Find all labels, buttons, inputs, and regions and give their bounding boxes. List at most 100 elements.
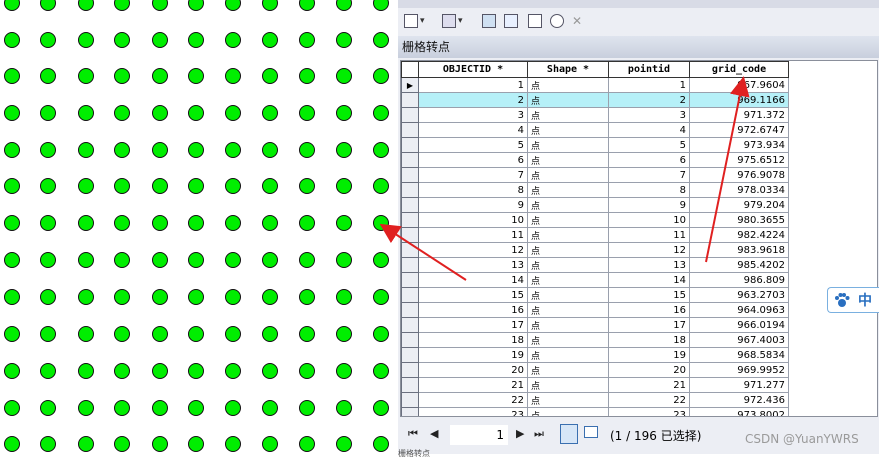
raster-point-marker[interactable] bbox=[373, 326, 389, 342]
table-row[interactable]: 6 点 6 975.6512 bbox=[401, 152, 789, 168]
raster-point-marker[interactable] bbox=[4, 32, 20, 48]
raster-point-marker[interactable] bbox=[262, 400, 278, 416]
table-row[interactable]: 13 点 13 985.4202 bbox=[401, 257, 789, 273]
raster-point-marker[interactable] bbox=[78, 400, 94, 416]
raster-point-marker[interactable] bbox=[299, 32, 315, 48]
select-by-attributes-button[interactable] bbox=[482, 12, 496, 30]
raster-point-marker[interactable] bbox=[4, 0, 20, 11]
raster-point-marker[interactable] bbox=[299, 105, 315, 121]
raster-point-marker[interactable] bbox=[152, 32, 168, 48]
column-header-grid-code[interactable]: grid_code bbox=[689, 61, 789, 78]
next-record-button[interactable]: ▶ bbox=[516, 427, 524, 440]
raster-point-marker[interactable] bbox=[188, 142, 204, 158]
raster-point-marker[interactable] bbox=[114, 289, 130, 305]
raster-point-marker[interactable] bbox=[152, 289, 168, 305]
table-row[interactable]: 4 点 4 972.6747 bbox=[401, 122, 789, 138]
raster-point-marker[interactable] bbox=[262, 178, 278, 194]
raster-point-marker[interactable] bbox=[114, 105, 130, 121]
row-selector[interactable] bbox=[401, 332, 419, 348]
raster-point-marker[interactable] bbox=[262, 0, 278, 11]
row-selector[interactable] bbox=[401, 302, 419, 318]
table-row[interactable]: 16 点 16 964.0963 bbox=[401, 302, 789, 318]
raster-point-marker[interactable] bbox=[152, 363, 168, 379]
raster-point-marker[interactable] bbox=[40, 400, 56, 416]
row-selector[interactable] bbox=[401, 257, 419, 273]
raster-point-marker[interactable] bbox=[188, 436, 204, 452]
clear-selection-button[interactable] bbox=[528, 12, 542, 30]
raster-point-marker[interactable] bbox=[336, 326, 352, 342]
raster-point-marker[interactable] bbox=[152, 326, 168, 342]
raster-point-marker[interactable] bbox=[336, 215, 352, 231]
raster-point-marker[interactable] bbox=[78, 178, 94, 194]
table-row[interactable]: 15 点 15 963.2703 bbox=[401, 287, 789, 303]
raster-point-marker[interactable] bbox=[299, 215, 315, 231]
row-selector[interactable] bbox=[401, 347, 419, 363]
raster-point-marker[interactable] bbox=[114, 32, 130, 48]
raster-point-marker[interactable] bbox=[188, 32, 204, 48]
delete-selected-button[interactable]: ✕ bbox=[572, 12, 582, 30]
raster-point-marker[interactable] bbox=[114, 215, 130, 231]
raster-point-marker[interactable] bbox=[188, 363, 204, 379]
raster-point-marker[interactable] bbox=[78, 289, 94, 305]
raster-point-marker[interactable] bbox=[336, 142, 352, 158]
raster-point-marker[interactable] bbox=[114, 178, 130, 194]
row-selector[interactable] bbox=[401, 212, 419, 228]
raster-point-marker[interactable] bbox=[299, 0, 315, 11]
table-row[interactable]: 10 点 10 980.3655 bbox=[401, 212, 789, 228]
raster-point-marker[interactable] bbox=[336, 363, 352, 379]
raster-point-marker[interactable] bbox=[336, 68, 352, 84]
current-record-input[interactable]: 1 bbox=[450, 425, 508, 445]
row-selector[interactable] bbox=[401, 242, 419, 258]
row-selector[interactable] bbox=[401, 377, 419, 393]
raster-point-marker[interactable] bbox=[4, 68, 20, 84]
raster-point-marker[interactable] bbox=[188, 0, 204, 11]
raster-point-marker[interactable] bbox=[114, 363, 130, 379]
raster-point-marker[interactable] bbox=[262, 142, 278, 158]
row-selector[interactable] bbox=[401, 182, 419, 198]
raster-point-marker[interactable] bbox=[4, 326, 20, 342]
raster-point-marker[interactable] bbox=[78, 326, 94, 342]
table-row[interactable]: 5 点 5 973.934 bbox=[401, 137, 789, 153]
raster-point-marker[interactable] bbox=[4, 142, 20, 158]
table-row[interactable]: 11 点 11 982.4224 bbox=[401, 227, 789, 243]
row-selector-header[interactable] bbox=[401, 61, 419, 78]
raster-point-marker[interactable] bbox=[4, 178, 20, 194]
raster-point-marker[interactable] bbox=[78, 215, 94, 231]
row-selector[interactable] bbox=[401, 272, 419, 288]
table-options-button[interactable]: ▾ bbox=[404, 12, 425, 30]
table-row[interactable]: 3 点 3 971.372 bbox=[401, 107, 789, 123]
raster-point-marker[interactable] bbox=[78, 436, 94, 452]
raster-point-marker[interactable] bbox=[262, 252, 278, 268]
raster-point-marker[interactable] bbox=[40, 252, 56, 268]
column-header-shape[interactable]: Shape * bbox=[527, 61, 609, 78]
table-row[interactable]: 18 点 18 967.4003 bbox=[401, 332, 789, 348]
row-selector[interactable]: ▶ bbox=[401, 77, 419, 93]
table-row[interactable]: 8 点 8 978.0334 bbox=[401, 182, 789, 198]
raster-point-marker[interactable] bbox=[336, 0, 352, 11]
raster-point-marker[interactable] bbox=[262, 363, 278, 379]
raster-point-marker[interactable] bbox=[40, 289, 56, 305]
raster-point-marker[interactable] bbox=[114, 400, 130, 416]
raster-point-marker[interactable] bbox=[225, 0, 241, 11]
row-selector[interactable] bbox=[401, 392, 419, 408]
raster-point-marker[interactable] bbox=[152, 105, 168, 121]
raster-point-marker[interactable] bbox=[78, 105, 94, 121]
ime-status-bar[interactable]: 中 bbox=[827, 287, 879, 313]
raster-point-marker[interactable] bbox=[152, 252, 168, 268]
raster-point-marker[interactable] bbox=[373, 142, 389, 158]
raster-point-marker[interactable] bbox=[373, 0, 389, 11]
raster-point-marker[interactable] bbox=[299, 178, 315, 194]
raster-point-marker[interactable] bbox=[40, 363, 56, 379]
table-row[interactable]: 19 点 19 968.5834 bbox=[401, 347, 789, 363]
raster-point-marker[interactable] bbox=[114, 0, 130, 11]
raster-point-marker[interactable] bbox=[262, 215, 278, 231]
zoom-to-selected-button[interactable] bbox=[550, 12, 564, 30]
raster-point-marker[interactable] bbox=[188, 215, 204, 231]
table-row[interactable]: 9 点 9 979.204 bbox=[401, 197, 789, 213]
raster-point-marker[interactable] bbox=[336, 436, 352, 452]
raster-point-marker[interactable] bbox=[299, 400, 315, 416]
raster-point-marker[interactable] bbox=[336, 178, 352, 194]
row-selector[interactable] bbox=[401, 197, 419, 213]
table-row[interactable]: 20 点 20 969.9952 bbox=[401, 362, 789, 378]
raster-point-marker[interactable] bbox=[373, 178, 389, 194]
